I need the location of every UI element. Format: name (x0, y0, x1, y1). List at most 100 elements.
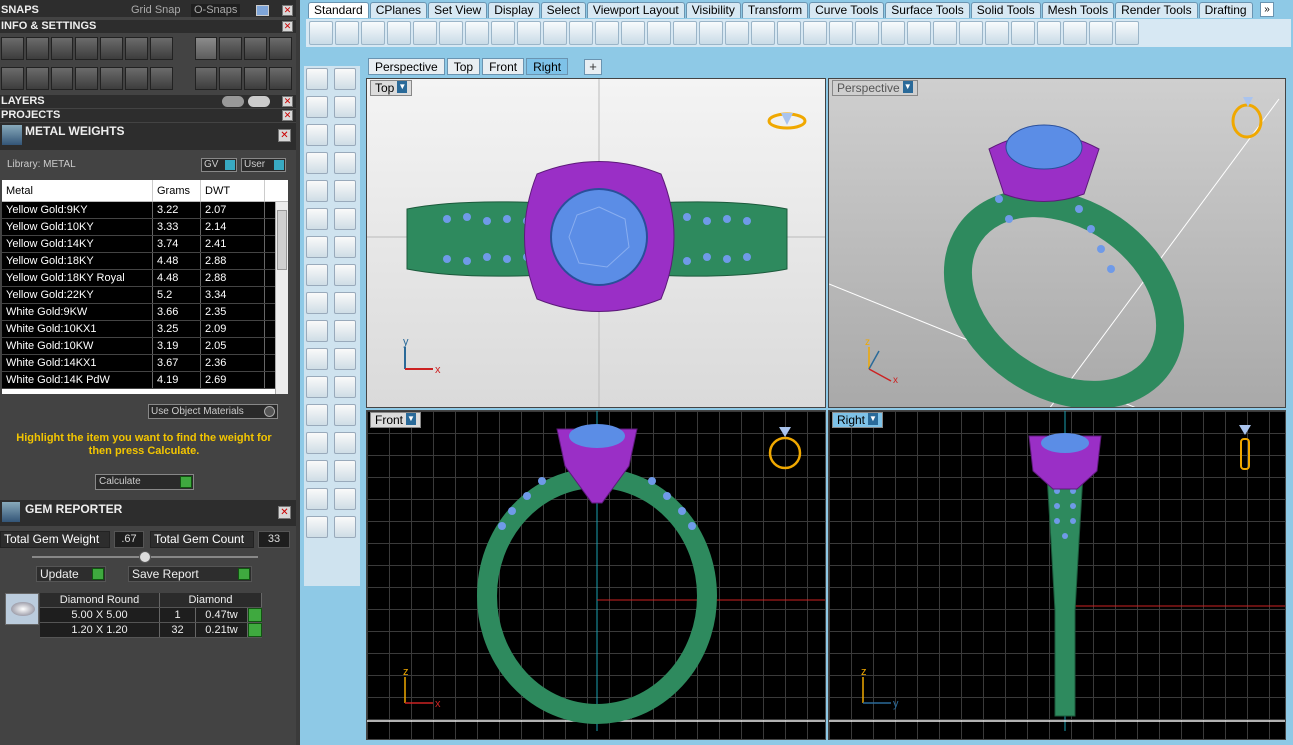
tab-set-view[interactable]: Set View (428, 2, 488, 18)
viewport-label-perspective[interactable]: Perspective ▼ (832, 80, 918, 96)
extrude-icon[interactable] (334, 264, 356, 286)
filter-icon[interactable] (100, 67, 124, 90)
offset-icon[interactable] (306, 320, 328, 342)
update-button[interactable]: Update (36, 566, 106, 582)
save-report-button[interactable]: Save Report (128, 566, 252, 582)
lock-icon[interactable] (855, 21, 879, 45)
o-snaps-checkbox[interactable] (256, 5, 269, 16)
settings-icon[interactable] (1, 37, 24, 60)
ghosted-icon[interactable] (985, 21, 1009, 45)
tab-transform[interactable]: Transform (741, 2, 809, 18)
box-icon[interactable] (75, 37, 99, 60)
explode-icon[interactable] (306, 292, 328, 314)
light-icon[interactable] (829, 21, 853, 45)
snaps-header[interactable]: SNAPS Grid Snap O-Snaps ✕ (0, 4, 296, 17)
pan-icon[interactable] (543, 21, 567, 45)
shade-icon[interactable] (959, 21, 983, 45)
polyline-icon[interactable] (306, 96, 328, 118)
array-icon[interactable] (306, 376, 328, 398)
table-row[interactable]: Yellow Gold:9KY 3.22 2.07 (2, 202, 288, 219)
gv-toggle[interactable]: GV (201, 158, 237, 172)
box-icon[interactable] (306, 236, 328, 258)
zoom-selected-icon[interactable] (647, 21, 671, 45)
render-icon[interactable] (933, 21, 957, 45)
scale-icon[interactable] (334, 432, 356, 454)
move-icon[interactable] (569, 21, 593, 45)
table-row[interactable]: Yellow Gold:14KY 3.74 2.41 (2, 236, 288, 253)
material-icon[interactable] (907, 21, 931, 45)
arc-icon[interactable] (334, 124, 356, 146)
diamond-thumbnail[interactable] (5, 593, 39, 625)
help-icon[interactable] (1115, 21, 1139, 45)
viewport-perspective[interactable]: zx Perspective ▼ (828, 78, 1286, 408)
grid-icon[interactable] (1, 67, 24, 90)
cut-icon[interactable] (439, 21, 463, 45)
close-icon[interactable]: ✕ (278, 129, 291, 142)
viewport-front[interactable]: zx Front ▼ (366, 410, 826, 740)
use-object-materials-toggle[interactable]: Use Object Materials (148, 404, 278, 419)
new-icon[interactable] (309, 21, 333, 45)
toggle-icon[interactable] (222, 96, 244, 107)
undo-icon[interactable] (517, 21, 541, 45)
column-header-grams[interactable]: Grams (153, 180, 201, 201)
zoom-window-icon[interactable] (595, 21, 619, 45)
frame-icon[interactable] (219, 37, 243, 60)
layer-icon[interactable] (881, 21, 905, 45)
cube-icon[interactable] (50, 67, 74, 90)
grid-snap-toggle[interactable]: Grid Snap (131, 4, 181, 17)
table-row[interactable]: White Gold:14K PdW 4.19 2.69 (2, 372, 288, 389)
viewport-tab-front[interactable]: Front (482, 58, 525, 75)
slider-handle[interactable] (139, 551, 151, 563)
viewport-right[interactable]: zy Right ▼ (828, 410, 1286, 740)
close-icon[interactable]: ✕ (282, 5, 293, 16)
close-icon[interactable]: ✕ (278, 506, 291, 519)
projects-header[interactable]: PROJECTS ✕ (0, 109, 296, 122)
save-icon[interactable] (361, 21, 385, 45)
search-icon[interactable] (25, 37, 49, 60)
viewport-tab-top[interactable]: Top (446, 58, 481, 75)
layers-icon[interactable] (50, 37, 74, 60)
copy-icon[interactable] (465, 21, 489, 45)
fillet-icon[interactable] (334, 180, 356, 202)
info-settings-header[interactable]: INFO & SETTINGS ✕ (0, 20, 296, 33)
zoom-extents-icon[interactable] (621, 21, 645, 45)
table-row[interactable]: White Gold:10KX1 3.25 2.09 (2, 321, 288, 338)
user-toggle[interactable]: User (241, 158, 286, 172)
open-icon[interactable] (335, 21, 359, 45)
tab-solid-tools[interactable]: Solid Tools (970, 2, 1041, 18)
viewport-tab-perspective[interactable]: Perspective (368, 58, 445, 75)
text-icon[interactable] (306, 404, 328, 426)
tab-display[interactable]: Display (488, 2, 540, 18)
split-icon[interactable] (334, 320, 356, 342)
play-icon[interactable] (248, 608, 262, 622)
tab-select[interactable]: Select (540, 2, 586, 18)
frame-icon[interactable] (269, 37, 292, 60)
add-viewport-icon[interactable]: + (584, 59, 602, 75)
arrow-icon[interactable] (194, 67, 218, 90)
hide-icon[interactable] (751, 21, 775, 45)
rotate-view-icon[interactable] (673, 21, 697, 45)
monitor-icon[interactable] (25, 67, 49, 90)
ellipse-icon[interactable] (306, 180, 328, 202)
loft-icon[interactable] (334, 348, 356, 370)
tab-curve-tools[interactable]: Curve Tools (809, 2, 885, 18)
cube-icon[interactable] (149, 37, 173, 60)
polygon-icon[interactable] (306, 152, 328, 174)
eye-icon[interactable] (248, 96, 270, 107)
scrollbar[interactable] (275, 202, 288, 394)
frame-icon[interactable] (244, 37, 268, 60)
table-row[interactable]: Yellow Gold:10KY 3.33 2.14 (2, 219, 288, 236)
tab-visibility[interactable]: Visibility (685, 2, 741, 18)
list-icon[interactable] (149, 67, 173, 90)
viewport-tab-right[interactable]: Right (526, 58, 569, 75)
points-icon[interactable] (803, 21, 827, 45)
more-tabs-icon[interactable]: » (1260, 2, 1274, 17)
network-icon[interactable] (1089, 21, 1113, 45)
tab-mesh-tools[interactable]: Mesh Tools (1041, 2, 1115, 18)
transform-icon[interactable] (219, 67, 243, 90)
properties-icon[interactable] (413, 21, 437, 45)
table-row[interactable]: Yellow Gold:22KY 5.2 3.34 (2, 287, 288, 304)
nodes-icon[interactable] (125, 67, 148, 90)
layers-header[interactable]: LAYERS ✕ (0, 95, 296, 108)
transform-icon[interactable] (269, 67, 292, 90)
